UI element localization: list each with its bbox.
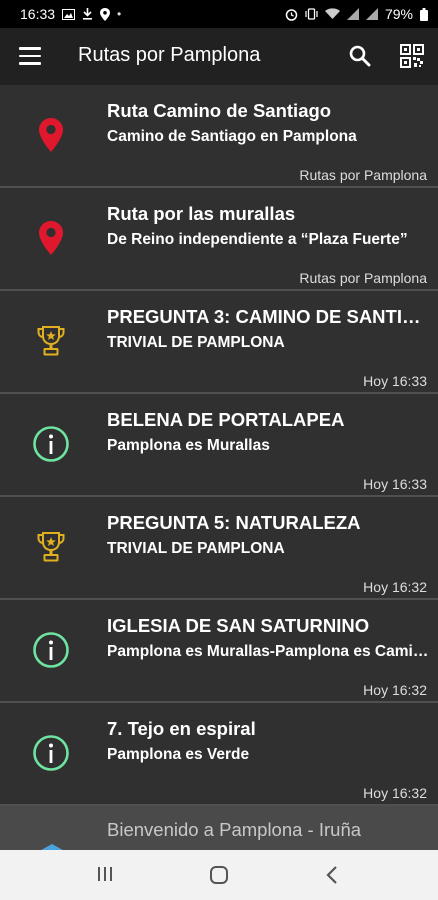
list-item[interactable]: Ruta por las murallas De Reino independi… [0,188,438,291]
list-item[interactable]: PREGUNTA 5: NATURALEZA TRIVIAL DE PAMPLO… [0,497,438,600]
item-meta: Rutas por Pamplona [299,270,427,286]
item-title: 7. Tejo en espiral [107,718,256,739]
qr-icon[interactable] [400,44,424,68]
item-subtitle: TRIVIAL DE PAMPLONA [107,334,285,351]
item-title: Ruta Camino de Santiago [107,100,332,121]
item-subtitle: Camino de Santiago en Pamplona [107,128,357,145]
status-right: 79% [285,6,428,22]
status-left: 16:33 • [20,6,121,22]
search-icon[interactable] [349,45,371,67]
map-pin-icon [31,218,71,258]
item-subtitle: Pamplona es Verde [107,746,250,763]
battery-percent: 79% [384,6,413,22]
wifi-icon [324,8,340,19]
info-icon [31,733,71,773]
list-item[interactable]: PREGUNTA 3: CAMINO DE SANTIAGO TRIVIAL D… [0,291,438,394]
vibrate-icon [305,8,318,20]
map-pin-icon [31,115,71,155]
battery-icon [420,7,428,21]
item-subtitle: Pamplona es Murallas [107,437,270,454]
item-title: Ruta por las murallas [107,203,296,224]
dot-icon: • [117,7,122,21]
home-icon[interactable] [209,865,229,885]
app-bar: Rutas por Pamplona [0,28,438,85]
notification-list: Ruta Camino de Santiago Camino de Santia… [0,85,438,806]
item-title: PREGUNTA 5: NATURALEZA [107,512,361,533]
item-meta: Hoy 16:33 [363,476,427,492]
item-meta: Hoy 16:32 [363,785,427,801]
menu-icon[interactable] [19,47,41,65]
item-title: PREGUNTA 3: CAMINO DE SANTIAGO [107,306,429,327]
item-title: Bienvenido a Pamplona - Iruña [107,819,362,840]
info-icon [31,630,71,670]
app-title: Rutas por Pamplona [78,44,261,66]
item-title: IGLESIA DE SAN SATURNINO [107,615,370,636]
alarm-icon [285,8,298,21]
list-item[interactable]: BELENA DE PORTALAPEA Pamplona es Muralla… [0,394,438,497]
item-subtitle: De Reino independiente a “Plaza Fuerte” [107,231,408,248]
recents-icon[interactable] [96,865,114,883]
trophy-icon [31,321,71,361]
system-nav-bar [0,850,438,900]
item-meta: Rutas por Pamplona [299,167,427,183]
item-subtitle: Pamplona es Murallas-Pamplona es Camino [107,643,429,660]
item-subtitle: TRIVIAL DE PAMPLONA [107,540,285,557]
signal-icon [346,8,359,20]
download-icon [83,8,93,20]
back-icon[interactable] [325,865,339,885]
image-icon [62,8,76,20]
list-item[interactable]: Ruta Camino de Santiago Camino de Santia… [0,85,438,188]
item-meta: Hoy 16:32 [363,682,427,698]
list-item[interactable]: IGLESIA DE SAN SATURNINO Pamplona es Mur… [0,600,438,703]
info-icon [31,424,71,464]
item-meta: Hoy 16:32 [363,579,427,595]
signal-icon [365,8,378,20]
status-bar: 16:33 • 79% [0,0,438,28]
status-time: 16:33 [20,6,56,22]
item-title: BELENA DE PORTALAPEA [107,409,345,430]
trophy-icon [31,527,71,567]
location-icon [100,7,111,21]
list-item[interactable]: 7. Tejo en espiral Pamplona es Verde Hoy… [0,703,438,806]
list-item-partial[interactable]: Bienvenido a Pamplona - Iruña [0,806,438,854]
item-meta: Hoy 16:33 [363,373,427,389]
